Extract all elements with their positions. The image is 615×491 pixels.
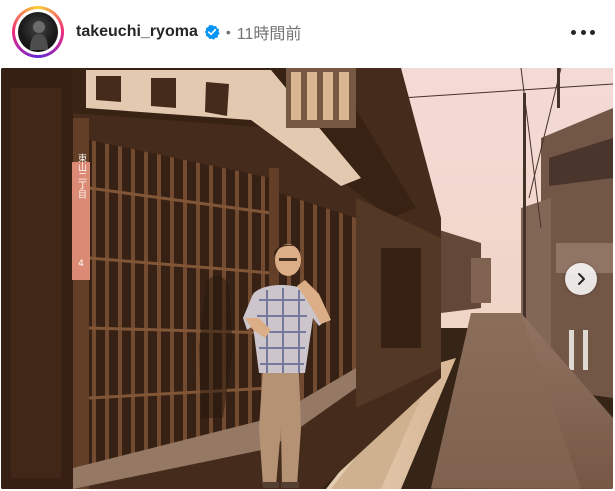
avatar-image <box>30 21 48 50</box>
meta-separator: • <box>225 24 231 40</box>
post-meta: takeuchi_ryoma • 11時間前 <box>76 20 301 44</box>
post-timestamp[interactable]: 11時間前 <box>237 20 302 44</box>
post-photo[interactable]: 東山二丁目 4 <box>1 68 613 489</box>
next-photo-button[interactable] <box>565 263 597 295</box>
chevron-right-icon <box>578 273 585 285</box>
more-horizontal-icon[interactable] <box>571 22 595 42</box>
verified-badge-icon <box>204 24 220 40</box>
street-photo: 東山二丁目 4 <box>1 68 613 489</box>
story-ring[interactable] <box>12 6 64 58</box>
username-link[interactable]: takeuchi_ryoma <box>76 23 198 41</box>
post-header: takeuchi_ryoma • 11時間前 <box>0 0 615 66</box>
avatar[interactable] <box>18 12 58 52</box>
